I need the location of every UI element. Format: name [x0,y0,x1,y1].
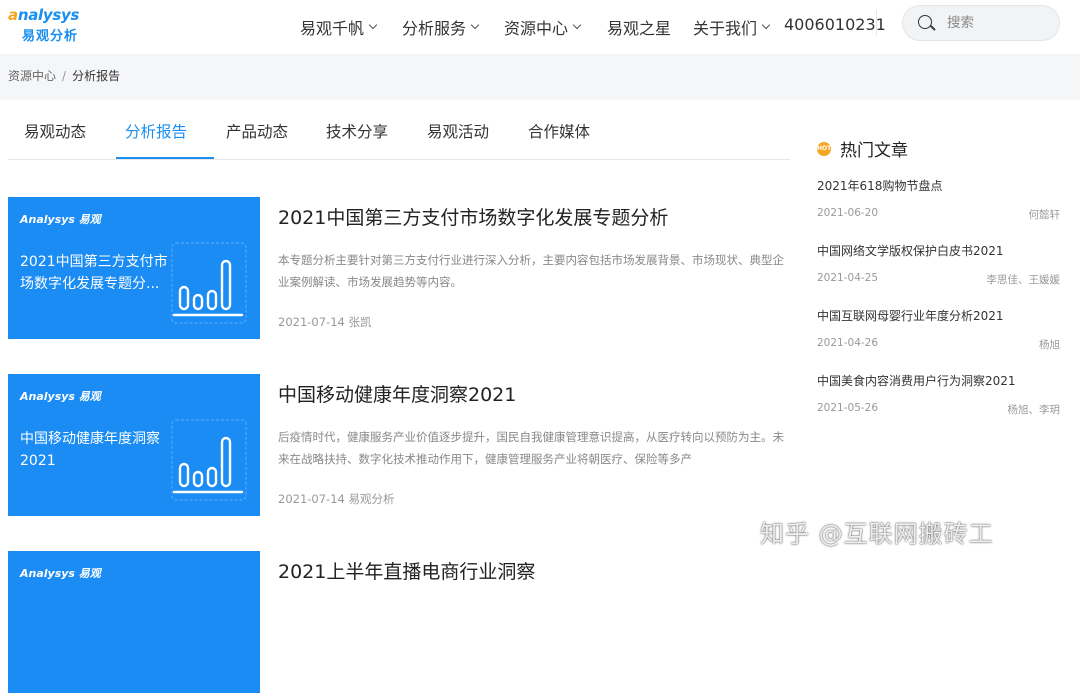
tab-product-news[interactable]: 产品动态 [226,120,288,142]
nav-label: 易观之星 [607,19,672,38]
chevron-down-icon [368,20,378,30]
article-description: 本专题分析主要针对第三方支付行业进行深入分析，主要内容包括市场发展背景、市场现状… [278,253,784,289]
breadcrumb-current: 分析报告 [72,69,121,83]
breadcrumb-resource-center[interactable]: 资源中心 [8,69,56,83]
article-author: 易观分析 [348,492,395,506]
analysys-logo[interactable]: analysys 易观分析 [8,6,88,46]
hot-article-item[interactable]: 中国互联网母婴行业年度分析2021 2021-04-26 杨旭 [817,307,1060,351]
bar-chart-illustration-icon [171,242,247,324]
nav-label: 易观千帆 [300,19,365,38]
category-tabs: 易观动态 分析报告 产品动态 技术分享 易观活动 合作媒体 [8,100,790,160]
active-tab-indicator [116,157,214,159]
hot-article-item[interactable]: 中国美食内容消费用户行为洞察2021 2021-05-26 杨旭、李玥 [817,372,1060,416]
breadcrumb-bar: 资源中心 / 分析报告 [0,54,1080,100]
breadcrumb: 资源中心 / 分析报告 [8,67,120,84]
article-thumbnail[interactable]: Analysys 易观 2021中国第三方支付市场数字化发展专题分... [8,197,260,339]
article-title[interactable]: 2021上半年直播电商行业洞察 [278,557,535,584]
hot-article-author: 李思佳、王媛媛 [986,274,1061,286]
top-header: analysys 易观分析 易观千帆 分析服务 资源中心 易观之星 关于我们 4… [0,0,1080,54]
search-box[interactable] [902,5,1060,41]
article-title[interactable]: 中国移动健康年度洞察2021 [278,380,516,407]
hot-article-item[interactable]: 2021年618购物节盘点 2021-06-20 何懿轩 [817,177,1060,221]
chevron-down-icon [761,20,771,30]
article-meta: 2021-07-14 易观分析 [278,491,395,507]
nav-item-qianfan[interactable]: 易观千帆 [300,15,378,39]
hot-articles-title: 热门文章 [840,141,908,161]
hot-article-date: 2021-04-25 [817,272,879,284]
nav-label: 关于我们 [693,19,758,38]
hot-article-title[interactable]: 中国网络文学版权保护白皮书2021 [817,242,1060,259]
article-thumbnail[interactable]: Analysys 易观 中国移动健康年度洞察2021 [8,374,260,516]
bar-chart-illustration-icon [171,419,247,501]
article-thumbnail[interactable]: Analysys 易观 [8,551,260,693]
tab-media[interactable]: 合作媒体 [528,120,590,142]
thumb-brand-logo: Analysys 易观 [20,213,101,226]
tab-news[interactable]: 易观动态 [24,120,86,142]
hot-article-title[interactable]: 中国互联网母婴行业年度分析2021 [817,307,1060,324]
hot-article-author: 杨旭 [1039,339,1060,351]
hot-article-date: 2021-04-26 [817,337,879,349]
article-meta: 2021-07-14 张凯 [278,314,372,330]
hot-article-date: 2021-05-26 [817,402,879,414]
nav-label: 资源中心 [504,19,569,38]
logo-initial: a [8,6,18,24]
thumb-brand-logo: Analysys 易观 [20,567,101,580]
thumb-title: 中国移动健康年度洞察2021 [20,431,160,469]
article-author: 张凯 [348,315,372,329]
article-title[interactable]: 2021中国第三方支付市场数字化发展专题分析 [278,203,668,230]
search-input[interactable] [947,14,1047,32]
phone-number[interactable]: 4006010231 [784,15,886,34]
logo-wordmark: nalysys [17,6,80,24]
tab-tech-share[interactable]: 技术分享 [326,120,388,142]
logo-cn-name: 易观分析 [22,29,79,44]
hot-icon: HOT [817,141,831,156]
article-date: 2021-07-14 [278,315,345,329]
hot-article-author: 杨旭、李玥 [1007,404,1061,416]
nav-item-about-us[interactable]: 关于我们 [693,15,771,39]
hot-articles-header: HOT 热门文章 [817,136,908,161]
thumb-title: 2021中国第三方支付市场数字化发展专题分... [20,254,168,292]
header-divider [876,10,877,36]
nav-item-star[interactable]: 易观之星 [607,15,671,39]
hot-article-date: 2021-06-20 [817,207,879,219]
hot-article-author: 何懿轩 [1028,209,1061,221]
nav-item-analysis-service[interactable]: 分析服务 [402,15,480,39]
article-date: 2021-07-14 [278,492,345,506]
article-item[interactable]: Analysys 易观 2021上半年直播电商行业洞察 [8,551,790,693]
tab-reports[interactable]: 分析报告 [125,120,187,142]
chevron-down-icon [572,20,582,30]
hot-article-title[interactable]: 2021年618购物节盘点 [817,177,1060,194]
thumb-brand-logo: Analysys 易观 [20,390,101,403]
tab-events[interactable]: 易观活动 [427,120,489,142]
hot-article-title[interactable]: 中国美食内容消费用户行为洞察2021 [817,372,1060,389]
article-item[interactable]: Analysys 易观 中国移动健康年度洞察2021 中国移动健康年度洞察202… [8,374,790,516]
nav-label: 分析服务 [402,19,467,38]
hot-article-item[interactable]: 中国网络文学版权保护白皮书2021 2021-04-25 李思佳、王媛媛 [817,242,1060,286]
article-description: 后疫情时代，健康服务产业价值逐步提升，国民自我健康管理意识提高，从医疗转向以预防… [278,430,784,466]
search-icon[interactable] [918,15,932,29]
breadcrumb-separator: / [62,69,67,83]
article-item[interactable]: Analysys 易观 2021中国第三方支付市场数字化发展专题分... 202… [8,197,790,339]
zhihu-watermark: 知乎 @互联网搬砖工 [760,520,994,548]
chevron-down-icon [470,20,480,30]
nav-item-resource-center[interactable]: 资源中心 [504,15,582,39]
